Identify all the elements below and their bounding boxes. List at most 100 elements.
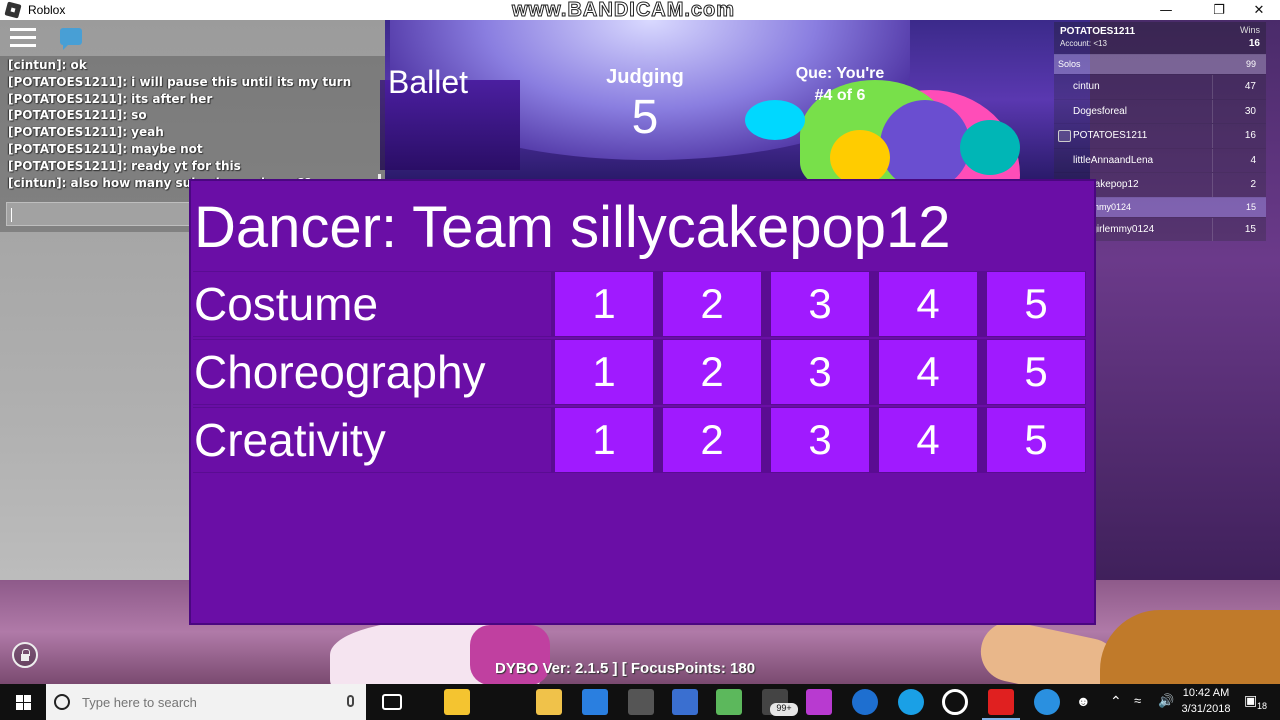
score-button-4[interactable]: 4 <box>879 272 977 336</box>
chat-caret <box>11 208 12 222</box>
score-button-5[interactable]: 5 <box>987 272 1085 336</box>
store-icon[interactable] <box>444 689 470 715</box>
player-wins: 15 <box>1244 223 1256 235</box>
instagram-icon[interactable] <box>806 689 832 715</box>
player-name: Dogesforeal <box>1073 105 1127 117</box>
edge-icon[interactable] <box>852 689 878 715</box>
local-player-name: POTATOES1211 <box>1060 26 1136 37</box>
roblox-logo-icon <box>4 1 22 19</box>
player-name: cintun <box>1073 81 1100 92</box>
windows-logo-icon <box>15 694 31 710</box>
player-name: POTATOES1211 <box>1073 130 1148 141</box>
wins-column-label: Wins <box>1240 25 1260 35</box>
scene-decoration <box>880 100 970 190</box>
photo-editor-icon[interactable] <box>716 689 742 715</box>
player-wins: 16 <box>1244 130 1256 141</box>
player-name: littleAnnaandLena <box>1073 154 1154 166</box>
file-explorer-icon[interactable] <box>536 689 562 715</box>
player-wins: 47 <box>1244 81 1256 92</box>
column-divider <box>1212 124 1213 148</box>
task-view-icon[interactable] <box>382 694 402 710</box>
leaderboard-row[interactable]: Dogesforeal 30 <box>1054 98 1266 123</box>
cortana-icon <box>54 694 70 710</box>
video-app-icon[interactable] <box>628 689 654 715</box>
window-title: Roblox <box>28 3 66 17</box>
people-icon[interactable]: ☻ <box>1076 693 1091 709</box>
premium-icon <box>1058 130 1071 142</box>
clock-date[interactable]: 3/31/2018 <box>1176 703 1236 715</box>
version-focus-status: DYBO Ver: 2.1.5 ] [ FocusPoints: 180 <box>495 660 756 677</box>
chat-message: [POTATOES1211]: ready yt for this <box>8 158 241 173</box>
score-button-1[interactable]: 1 <box>555 408 653 472</box>
account-age: Account: <13 <box>1060 39 1107 48</box>
close-button[interactable]: ✕ <box>1236 0 1280 20</box>
chat-message: [POTATOES1211]: maybe not <box>8 141 203 156</box>
chat-message: [cintun]: ok <box>8 58 87 72</box>
minimize-button[interactable]: — <box>1143 0 1189 20</box>
score-button-3[interactable]: 3 <box>771 272 869 336</box>
dropbox-icon[interactable] <box>582 689 608 715</box>
dance-category: Ballet <box>388 64 469 100</box>
start-button[interactable] <box>0 684 46 720</box>
taskbar-search[interactable] <box>46 684 366 720</box>
chat-message: [POTATOES1211]: i will pause this until … <box>8 74 352 89</box>
queue-line-2: #4 of 6 <box>814 87 866 104</box>
criterion-label: Creativity <box>193 408 551 472</box>
judging-label: Judging <box>606 66 684 88</box>
score-button-4[interactable]: 4 <box>879 408 977 472</box>
score-button-4[interactable]: 4 <box>879 340 977 404</box>
chevron-up-icon[interactable]: ⌃ <box>1110 693 1122 710</box>
chat-message: [POTATOES1211]: yeah <box>8 125 164 140</box>
score-button-3[interactable]: 3 <box>771 408 869 472</box>
avatar-hair <box>1100 610 1280 684</box>
search-input[interactable] <box>82 694 322 710</box>
score-button-2[interactable]: 2 <box>663 272 761 336</box>
leaderboard-header[interactable]: POTATOES1211 Account: <13 Wins 16 <box>1054 22 1266 54</box>
player-wins: 4 <box>1250 154 1256 166</box>
roblox-taskbar-icon[interactable] <box>982 689 1020 720</box>
column-divider <box>1212 148 1213 172</box>
score-button-5[interactable]: 5 <box>987 408 1085 472</box>
column-divider <box>1212 173 1213 197</box>
leaderboard-row[interactable]: littleAnnaandLena 4 <box>1054 147 1266 172</box>
team-wins: 99 <box>1245 59 1256 69</box>
clock-time[interactable]: 10:42 AM <box>1176 687 1236 699</box>
window-title-bar: Roblox www.BANDICAM.com — ❐ ✕ <box>0 0 1280 21</box>
leaderboard-row[interactable]: cintun 47 <box>1054 74 1266 99</box>
queue-line-1: Que: You're <box>795 65 885 82</box>
score-button-2[interactable]: 2 <box>663 340 761 404</box>
player-wins: 30 <box>1244 105 1256 117</box>
criterion-label: Choreography <box>193 340 551 404</box>
windows-taskbar: 99+ ☻ ⌃ ≈ 🔊 10:42 AM 3/31/2018 ▣ 18 <box>0 684 1280 720</box>
leaderboard-row[interactable]: POTATOES1211 16 <box>1054 123 1266 148</box>
volume-icon[interactable]: 🔊 <box>1158 693 1174 709</box>
team-header-solos[interactable]: Solos 99 <box>1054 54 1266 74</box>
microphone-icon[interactable] <box>347 695 354 707</box>
skype-icon[interactable] <box>898 689 924 715</box>
column-divider <box>1212 99 1213 123</box>
dancer-title: Dancer: Team sillycakepop12 <box>194 195 951 260</box>
shift-lock-icon[interactable] <box>12 642 38 668</box>
wifi-icon[interactable]: ≈ <box>1134 693 1141 708</box>
local-player-wins: 16 <box>1248 38 1260 49</box>
help-icon[interactable] <box>1034 689 1060 715</box>
criterion-label: Costume <box>193 272 551 336</box>
roblox-menu-icon[interactable] <box>10 28 36 48</box>
chat-toggle-icon[interactable] <box>60 28 82 50</box>
notification-icon[interactable]: ▣ <box>1244 692 1257 709</box>
scene-decoration <box>830 130 890 185</box>
judging-timer: 5 <box>631 91 659 144</box>
queue-status: Que: You're #4 of 6 <box>770 63 910 107</box>
bandicam-watermark: www.BANDICAM.com <box>511 0 736 21</box>
score-button-2[interactable]: 2 <box>663 408 761 472</box>
news-icon[interactable] <box>672 689 698 715</box>
store-badge: 99+ <box>770 703 798 716</box>
column-divider <box>1212 75 1213 99</box>
score-button-3[interactable]: 3 <box>771 340 869 404</box>
record-icon[interactable] <box>942 689 968 715</box>
score-button-1[interactable]: 1 <box>555 340 653 404</box>
score-button-1[interactable]: 1 <box>555 272 653 336</box>
team-wins: 15 <box>1245 201 1256 212</box>
score-button-5[interactable]: 5 <box>987 340 1085 404</box>
scene-decoration <box>960 120 1020 175</box>
